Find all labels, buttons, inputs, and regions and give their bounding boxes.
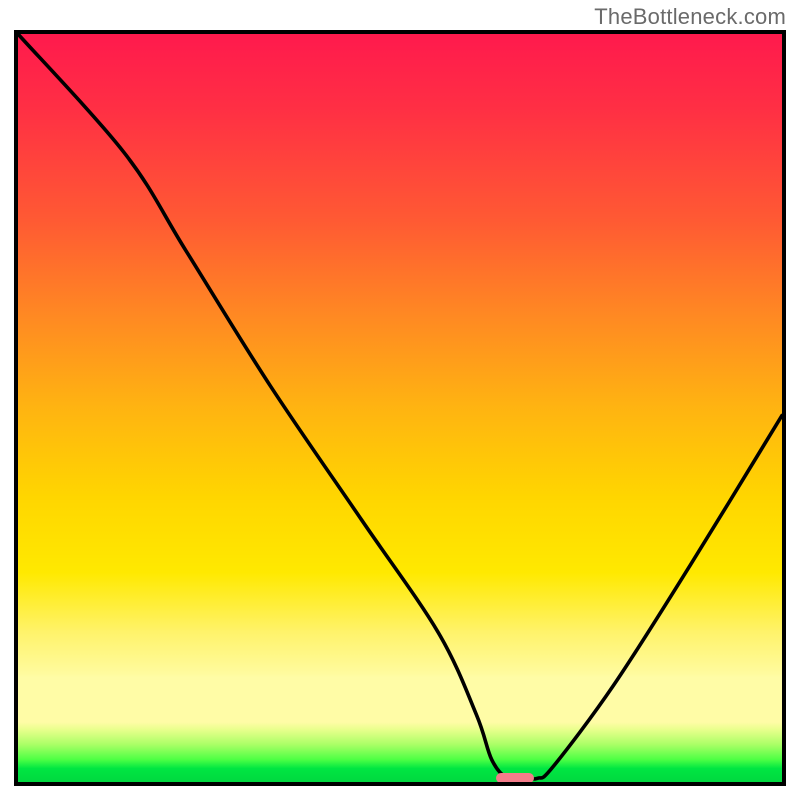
watermark-text: TheBottleneck.com [594, 4, 786, 30]
bottleneck-curve [18, 34, 782, 782]
optimal-range-marker [496, 773, 534, 783]
plot-area [14, 30, 786, 786]
chart-frame: TheBottleneck.com [0, 0, 800, 800]
